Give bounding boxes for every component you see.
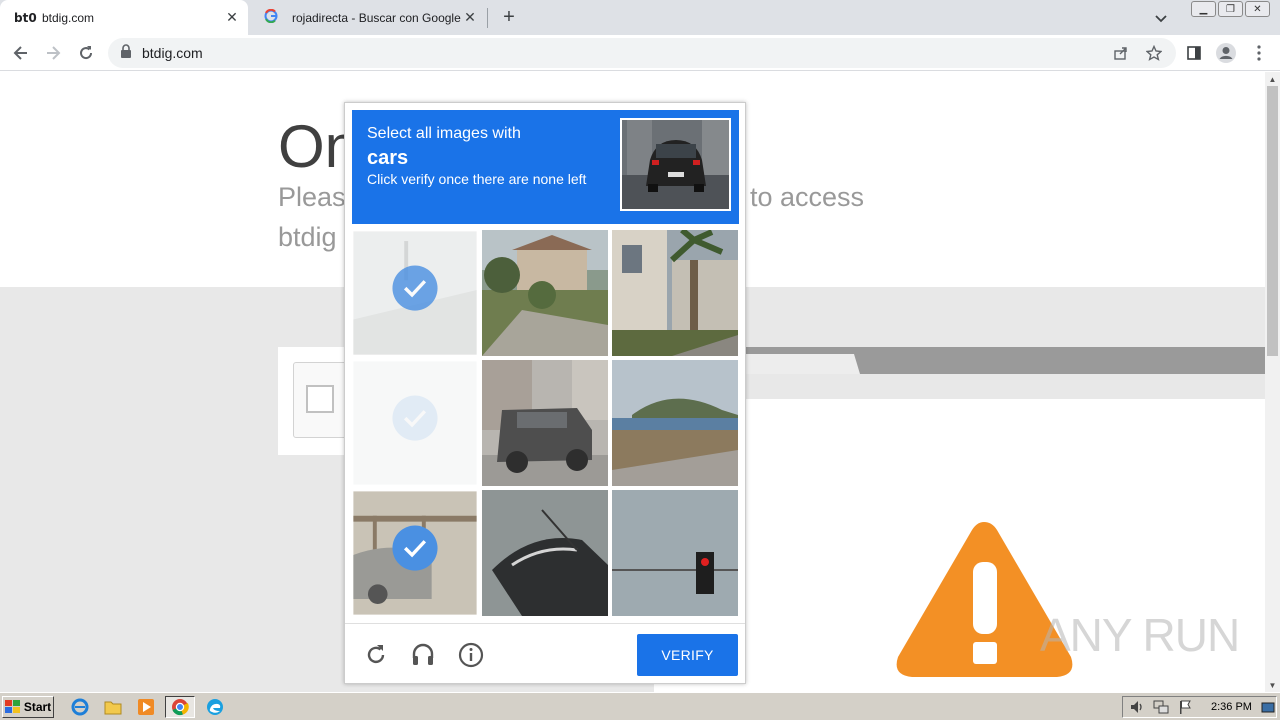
subline-right: to access	[750, 182, 865, 212]
instruction-hint: Click verify once there are none left	[367, 171, 587, 187]
grid-tile[interactable]	[353, 491, 477, 615]
tab-btdig[interactable]: bt0 btdig.com ✕	[0, 0, 248, 35]
volume-icon[interactable]	[1129, 700, 1145, 719]
page-scrollbar[interactable]: ▲ ▼	[1265, 72, 1280, 692]
selected-check-icon	[392, 525, 438, 571]
system-tray: 2:36 PM	[1122, 696, 1277, 718]
profile-avatar-icon[interactable]	[1213, 40, 1239, 66]
recaptcha-footer: VERIFY	[345, 623, 745, 684]
close-window-icon[interactable]: ✕	[1245, 1, 1270, 17]
side-panel-icon[interactable]	[1181, 40, 1207, 66]
forward-arrow-icon[interactable]	[40, 40, 66, 66]
subline-left: Pleas	[278, 182, 346, 212]
new-tab-button[interactable]: +	[498, 5, 520, 29]
tab-title: rojadirecta - Buscar con Google	[292, 10, 461, 25]
network-icon[interactable]	[1153, 700, 1169, 719]
image-grid	[352, 230, 740, 618]
show-desktop-icon[interactable]	[1261, 701, 1275, 719]
grid-tile[interactable]	[353, 361, 477, 485]
grid-tile[interactable]	[482, 230, 608, 356]
kebab-menu-icon[interactable]	[1246, 40, 1272, 66]
folder-icon[interactable]	[103, 697, 123, 717]
action-center-flag-icon[interactable]	[1178, 700, 1192, 719]
browser-toolbar: btdig.com	[0, 35, 1280, 71]
grid-tile[interactable]	[353, 231, 477, 355]
scroll-down-arrow-icon[interactable]: ▼	[1265, 678, 1280, 692]
windows-taskbar: Start 2:36 PM	[0, 692, 1280, 720]
sample-car-image	[620, 118, 731, 211]
instruction-target: cars	[367, 147, 409, 169]
chrome-taskbar-icon[interactable]	[165, 696, 195, 718]
url-text: btdig.com	[142, 45, 203, 61]
clock: 2:36 PM	[1211, 701, 1252, 713]
windows-logo-icon	[4, 700, 20, 713]
tab-separator	[487, 8, 488, 28]
instruction-line: Select all images with	[367, 125, 521, 142]
restore-icon[interactable]: ❐	[1218, 1, 1243, 17]
anyrun-watermark: ANY RUN	[1040, 609, 1240, 661]
tab-google[interactable]: rojadirecta - Buscar con Google ✕	[250, 0, 486, 35]
tab-strip: bt0 btdig.com ✕ rojadirecta - Buscar con…	[0, 0, 1280, 35]
ie-icon[interactable]	[70, 697, 90, 717]
start-button[interactable]: Start	[2, 696, 54, 718]
grid-tile[interactable]	[612, 230, 738, 356]
selected-check-icon	[392, 395, 438, 441]
info-icon[interactable]	[457, 641, 485, 669]
window-controls: ▁ ❐ ✕	[1191, 1, 1270, 17]
media-player-icon[interactable]	[136, 697, 156, 717]
tab-search-chevron-icon[interactable]	[1151, 8, 1171, 28]
recaptcha-challenge: Select all images with cars Click verify…	[344, 102, 746, 684]
edge-icon[interactable]	[205, 697, 225, 717]
close-tab-icon[interactable]: ✕	[224, 9, 240, 26]
light-tab-shape	[740, 354, 860, 374]
lock-icon[interactable]	[120, 43, 134, 63]
grid-tile[interactable]	[612, 490, 738, 616]
start-label: Start	[23, 700, 52, 714]
address-bar[interactable]: btdig.com	[108, 38, 1176, 68]
btdig-favicon: bt0	[14, 10, 37, 25]
back-arrow-icon[interactable]	[8, 40, 34, 66]
reload-icon[interactable]	[73, 40, 99, 66]
scroll-thumb[interactable]	[1267, 86, 1278, 356]
grid-tile[interactable]	[482, 490, 608, 616]
selected-check-icon	[392, 265, 438, 311]
grid-tile[interactable]	[482, 360, 608, 486]
audio-challenge-icon[interactable]	[409, 641, 437, 669]
grid-tile[interactable]	[612, 360, 738, 486]
bookmark-star-icon[interactable]	[1145, 44, 1163, 61]
close-tab-icon[interactable]: ✕	[462, 9, 478, 26]
google-g-icon	[264, 8, 288, 26]
minimize-icon[interactable]: ▁	[1191, 1, 1216, 17]
tab-title: btdig.com	[42, 10, 95, 25]
challenge-checkbox[interactable]	[306, 385, 334, 413]
reload-challenge-icon[interactable]	[362, 641, 390, 669]
recaptcha-header: Select all images with cars Click verify…	[352, 110, 739, 224]
scroll-up-arrow-icon[interactable]: ▲	[1265, 72, 1280, 86]
subline-second: btdig	[278, 222, 337, 252]
verify-button[interactable]: VERIFY	[637, 634, 738, 676]
share-icon[interactable]	[1113, 45, 1129, 61]
